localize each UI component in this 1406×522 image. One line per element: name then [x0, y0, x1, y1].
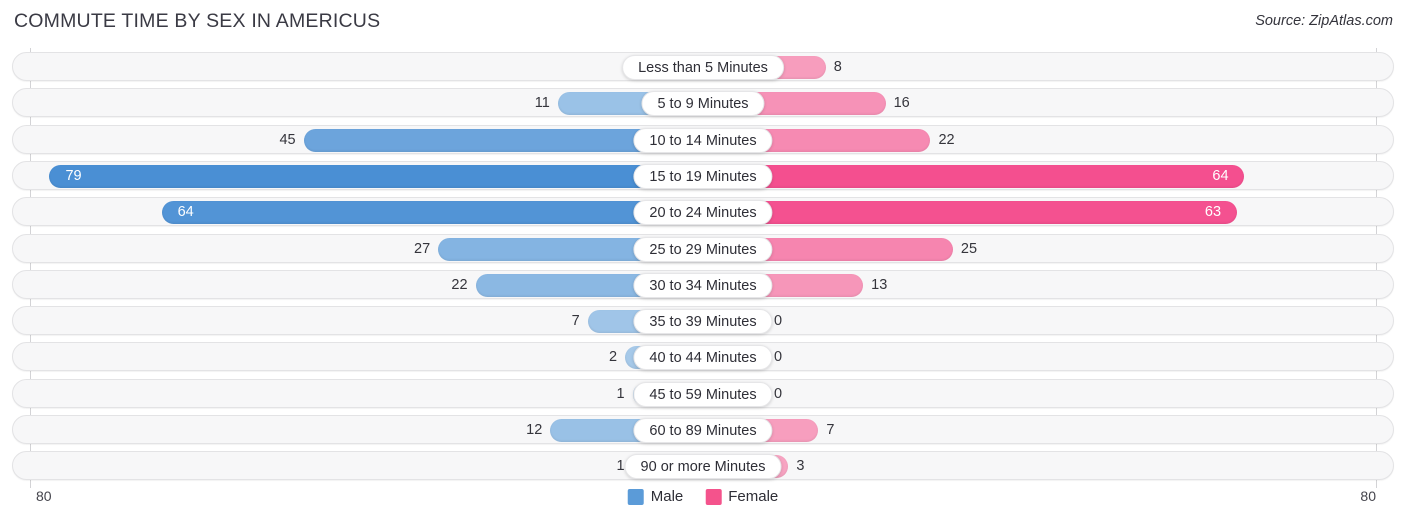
row-track: 64 63 20 to 24 Minutes [13, 198, 1393, 226]
bar-male[interactable] [161, 201, 702, 225]
legend-item-male[interactable]: Male [627, 488, 684, 505]
value-label-female: 0 [774, 385, 783, 402]
value-label-female: 64 [1212, 167, 1229, 184]
value-label-female: 0 [774, 313, 783, 330]
value-label-male: 11 [534, 95, 550, 112]
row-track: 45 22 10 to 14 Minutes [13, 126, 1393, 153]
value-label-male: 64 [177, 204, 194, 221]
value-label-female: 16 [893, 95, 910, 112]
value-label-female: 8 [833, 59, 842, 75]
bar-female-shading [704, 201, 1237, 224]
value-label-male: 45 [279, 131, 296, 148]
value-label-female: 22 [938, 131, 955, 148]
category-label-pill: 30 to 34 Minutes [633, 272, 773, 298]
category-label-pill: 10 to 14 Minutes [633, 127, 773, 153]
table-row[interactable]: 79 64 15 to 19 Minutes [12, 160, 1394, 190]
value-label-male: 1 [616, 458, 625, 475]
legend-swatch-female-icon [705, 488, 722, 505]
bar-male-shading [162, 201, 702, 224]
category-label-pill: 90 or more Minutes [624, 454, 782, 480]
value-label-male: 27 [414, 240, 431, 257]
table-row[interactable]: 64 63 20 to 24 Minutes [12, 197, 1394, 227]
value-label-female: 63 [1204, 204, 1222, 221]
category-label-pill: 25 to 29 Minutes [633, 236, 773, 262]
value-label-female: 3 [796, 458, 805, 475]
category-label-pill: 5 to 9 Minutes [641, 91, 765, 117]
legend-label-male: Male [650, 488, 684, 505]
table-row[interactable]: 12 7 60 to 89 Minutes [12, 415, 1394, 444]
axis-tick-right: 80 [1360, 488, 1376, 504]
category-label-pill: 20 to 24 Minutes [633, 200, 773, 226]
table-row[interactable]: 1 0 45 to 59 Minutes [12, 378, 1394, 408]
bar-male-shading [49, 165, 702, 188]
category-label-pill: 45 to 59 Minutes [633, 381, 773, 407]
value-label-male: 7 [571, 313, 580, 330]
category-label-pill: 35 to 39 Minutes [633, 309, 773, 335]
value-label-male: 1 [616, 385, 625, 402]
value-label-male: 12 [526, 422, 543, 438]
diverging-bar-plot: 08Less than 5 Minutes11165 to 9 Minutes4… [0, 48, 1406, 488]
category-label-pill: 15 to 19 Minutes [633, 163, 773, 189]
axis-tick-left: 80 [36, 488, 52, 504]
chart-header: COMMUTE TIME BY SEX IN AMERICUS Source: … [0, 0, 1406, 46]
table-row[interactable]: 11 16 5 to 9 Minutes [12, 88, 1394, 118]
legend-swatch-male-icon [627, 488, 644, 505]
row-track: 22 13 30 to 34 Minutes [13, 271, 1393, 298]
table-row[interactable]: 2 0 40 to 44 Minutes [12, 342, 1394, 372]
value-label-male: 22 [451, 276, 468, 293]
row-track: 08Less than 5 Minutes [13, 53, 1393, 80]
row-track: 2 0 40 to 44 Minutes [13, 343, 1393, 371]
table-row[interactable]: 45 22 10 to 14 Minutes [12, 124, 1394, 154]
legend: Male Female [627, 488, 778, 505]
row-track: 27 25 25 to 29 Minutes [13, 235, 1393, 262]
legend-label-female: Female [728, 488, 779, 505]
bar-female[interactable] [704, 201, 1237, 225]
table-row[interactable]: 1 3 90 or more Minutes [12, 451, 1394, 481]
value-label-female: 13 [871, 276, 888, 293]
row-track: 7 0 35 to 39 Minutes [13, 307, 1393, 335]
table-row[interactable]: 22 13 30 to 34 Minutes [12, 269, 1394, 299]
category-label-pill: Less than 5 Minutes [622, 55, 784, 80]
category-label-pill: 60 to 89 Minutes [633, 418, 773, 443]
value-label-male: 79 [65, 167, 82, 184]
chart-footer: 80 80 Male Female [0, 486, 1406, 522]
row-track: 79 64 15 to 19 Minutes [13, 162, 1393, 189]
legend-item-female[interactable]: Female [705, 488, 778, 505]
table-row[interactable]: 7 0 35 to 39 Minutes [12, 306, 1394, 336]
table-row[interactable]: 08Less than 5 Minutes [12, 52, 1394, 81]
bar-female[interactable] [704, 164, 1245, 188]
category-label-pill: 40 to 44 Minutes [633, 345, 773, 371]
row-track: 1 0 45 to 59 Minutes [13, 380, 1393, 407]
row-track: 12 7 60 to 89 Minutes [13, 416, 1393, 443]
value-label-female: 25 [960, 240, 978, 257]
row-track: 11 16 5 to 9 Minutes [13, 89, 1393, 117]
chart-page: COMMUTE TIME BY SEX IN AMERICUS Source: … [0, 0, 1406, 522]
value-label-female: 0 [774, 349, 783, 366]
bar-female-shading [704, 165, 1244, 188]
bar-male[interactable] [49, 164, 702, 188]
value-label-male: 2 [608, 349, 618, 366]
table-row[interactable]: 27 25 25 to 29 Minutes [12, 233, 1394, 263]
page-title: COMMUTE TIME BY SEX IN AMERICUS [14, 10, 381, 32]
value-label-female: 7 [826, 422, 835, 438]
row-track: 1 3 90 or more Minutes [13, 452, 1393, 480]
source-attribution: Source: ZipAtlas.com [1255, 13, 1393, 29]
